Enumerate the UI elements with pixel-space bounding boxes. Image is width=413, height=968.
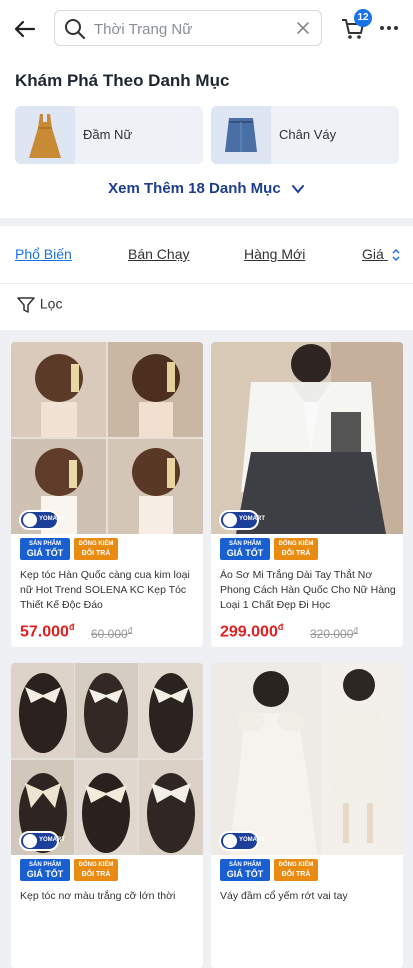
search-input[interactable]: Thời Trang Nữ: [54, 10, 322, 46]
sort-filter-bar: Phổ Biến Bán Chạy Hàng Mới Giá Lọc: [0, 226, 413, 330]
yomart-badge: YOMART: [219, 510, 265, 530]
product-old-price: 320.000đ: [310, 626, 358, 641]
product-price: 299.000đ: [220, 622, 284, 641]
product-image: [211, 663, 403, 855]
sort-arrows-icon: [392, 249, 400, 262]
sort-best-selling[interactable]: Bán Chạy: [128, 246, 189, 262]
skirt-image: [211, 106, 271, 164]
product-image: [211, 342, 403, 534]
filter-icon: [17, 297, 35, 313]
filter-label: Lọc: [39, 295, 63, 312]
product-card[interactable]: YOMART SẢN PHẨM GIÁ TỐT ĐỔNG KIỂM ĐỔI TRẢ …: [211, 663, 403, 968]
sort-newest[interactable]: Hàng Mới: [244, 246, 305, 262]
return-tag: ĐỔNG KIỂM ĐỔI TRẢ: [274, 538, 318, 560]
good-price-tag: SẢN PHẨM GIÁ TỐT: [220, 538, 270, 560]
sort-popular[interactable]: Phổ Biến: [15, 246, 72, 262]
see-more-categories[interactable]: Xem Thêm 18 Danh Mục: [0, 180, 413, 197]
dress-image: [15, 106, 75, 164]
good-price-tag: SẢN PHẨM GIÁ TỐT: [220, 859, 270, 881]
good-price-tag: SẢN PHẨM GIÁ TỐT: [20, 538, 70, 560]
chevron-down-icon: [291, 182, 305, 196]
product-card[interactable]: YOMART SẢN PHẨM GIÁ TỐT ĐỔNG KIỂM ĐỔI TRẢ …: [11, 663, 203, 968]
product-old-price: 60.000đ: [91, 626, 133, 641]
divider: [0, 283, 413, 284]
search-placeholder: Thời Trang Nữ: [94, 21, 193, 38]
product-title: Váy đầm cổ yếm rớt vai tay: [220, 890, 348, 902]
filter-button[interactable]: Lọc: [16, 295, 62, 315]
category-title: Khám Phá Theo Danh Mục: [15, 71, 230, 90]
good-price-tag: SẢN PHẨM GIÁ TỐT: [20, 859, 70, 881]
product-title: Áo Sơ Mi Trắng Dài Tay Thắt Nơ Phong Các…: [220, 569, 396, 611]
category-card-dresses[interactable]: Đầm Nữ: [15, 106, 203, 164]
product-image: [11, 342, 203, 534]
return-tag: ĐỔNG KIỂM ĐỔI TRẢ: [74, 538, 118, 560]
category-section: Khám Phá Theo Danh Mục Đầm Nữ Chân Váy X…: [0, 58, 413, 218]
clear-icon[interactable]: [295, 20, 311, 36]
back-arrow-icon[interactable]: [12, 16, 38, 42]
category-card-skirts[interactable]: Chân Váy: [211, 106, 399, 164]
sort-price[interactable]: Giá: [362, 246, 401, 262]
cart-count-badge: 12: [354, 9, 372, 27]
product-price: 57.000đ: [20, 622, 75, 641]
product-card[interactable]: YOMART SẢN PHẨM GIÁ TỐT ĐỔNG KIỂM ĐỔI TRẢ …: [11, 342, 203, 647]
yomart-badge: YOMART: [19, 510, 65, 530]
yomart-badge: YOMART: [219, 831, 265, 851]
product-title: Kẹp tóc Hàn Quốc càng cua kim loại nữ Ho…: [20, 569, 190, 611]
yomart-badge: YOMART: [19, 831, 65, 851]
sort-price-label: Giá: [362, 246, 384, 262]
see-more-label: Xem Thêm 18 Danh Mục: [108, 180, 281, 197]
product-title: Kẹp tóc nơ màu trắng cỡ lớn thời: [20, 890, 176, 902]
category-label: Đầm Nữ: [83, 127, 133, 142]
product-card[interactable]: YOMART SẢN PHẨM GIÁ TỐT ĐỔNG KIỂM ĐỔI TRẢ …: [211, 342, 403, 647]
product-image: [11, 663, 203, 855]
search-icon: [65, 19, 86, 40]
more-options-icon[interactable]: [378, 17, 400, 39]
return-tag: ĐỔNG KIỂM ĐỔI TRẢ: [274, 859, 318, 881]
top-bar: Thời Trang Nữ 12: [0, 0, 413, 58]
category-label: Chân Váy: [279, 127, 337, 142]
return-tag: ĐỔNG KIỂM ĐỔI TRẢ: [74, 859, 118, 881]
